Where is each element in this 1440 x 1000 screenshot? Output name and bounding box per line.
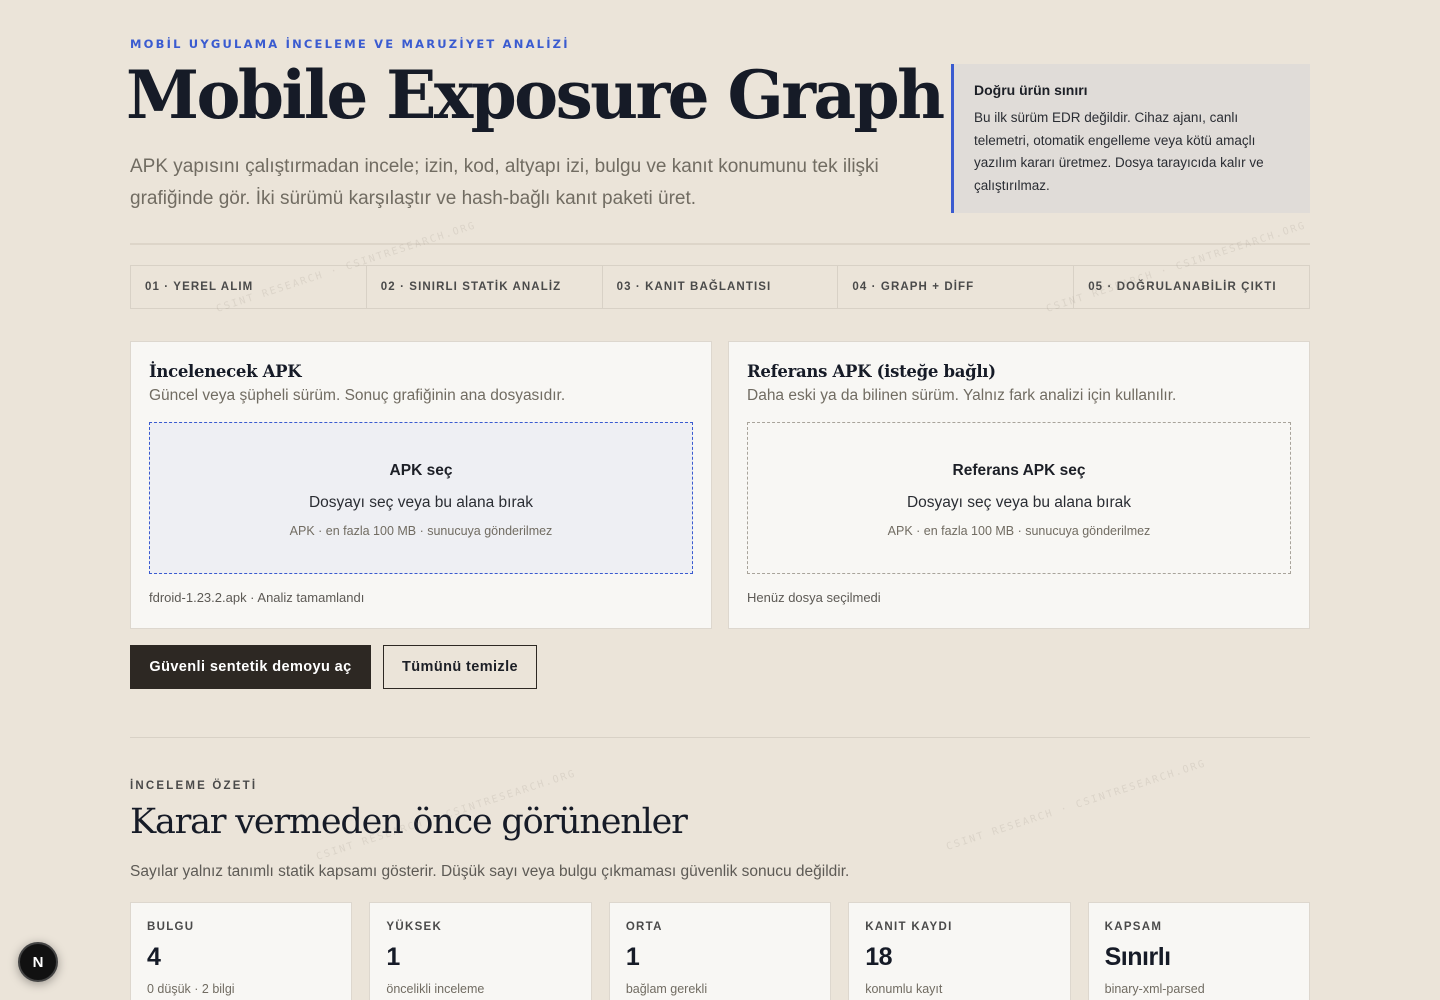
summary-stats: BULGU 4 0 düşük · 2 bilgi YÜKSEK 1 öncel… [130,902,1311,1000]
stat-label: KANIT KAYDI [865,921,953,933]
reference-apk-select-label[interactable]: Referans APK seç [953,462,1086,480]
summary-eyebrow: İNCELEME ÖZETİ [130,780,258,792]
step-local-intake: 01 · YEREL ALIM [131,266,367,308]
notice-title: Doğru ürün sınırı [974,82,1088,98]
open-demo-button[interactable]: Güvenli sentetik demoyu aç [130,645,371,689]
reference-apk-card: Referans APK (isteğe bağlı) Daha eski ya… [728,341,1310,629]
reference-apk-drop-text: Dosyayı seç veya bu alana bırak [906,494,1131,511]
stat-sub: binary-xml-parsed [1104,982,1205,996]
stat-card-medium: ORTA 1 bağlam gerekli [608,902,832,1000]
product-boundary-notice: Doğru ürün sınırı Bu ilk sürüm EDR değil… [951,64,1310,213]
stat-value: 1 [386,943,400,971]
divider [130,243,1310,245]
stat-value: Sınırlı [1104,943,1171,971]
primary-apk-dropzone[interactable]: APK seç Dosyayı seç veya bu alana bırak … [149,422,693,574]
stat-sub: 0 düşük · 2 bilgi [147,982,235,996]
page-title: Mobile Exposure Graph [126,56,945,134]
reference-apk-drop-meta: APK · en fazla 100 MB · sunucuya gönderi… [887,524,1151,538]
reference-apk-description: Daha eski ya da bilinen sürüm. Yalnız fa… [747,387,1177,404]
clear-all-button[interactable]: Tümünü temizle [383,645,537,689]
step-verifiable-output: 05 · DOĞRULANABİLİR ÇIKTI [1088,281,1277,293]
summary-subtitle: Sayılar yalnız tanımlı statik kapsamı gö… [130,863,850,880]
notice-body: Bu ilk sürüm EDR değildir. Cihaz ajanı, … [974,110,1264,193]
stat-value: 1 [625,943,640,971]
dev-tools-badge-icon[interactable]: N [18,942,58,982]
process-steps: 01 · YEREL ALIM 02 · SINIRLI STATİK ANAL… [130,265,1310,309]
stat-sub: bağlam gerekli [625,982,708,996]
watermark: CSINT RESEARCH · CSINTRESEARCH.ORG [944,758,1208,853]
primary-apk-card: İncelenecek APK Güncel veya şüpheli sürü… [130,341,712,629]
stat-card-evidence: KANIT KAYDI 18 konumlu kayıt [848,902,1071,1000]
step-graph-diff: 04 · GRAPH + DİFF [838,266,1075,308]
reference-apk-dropzone[interactable]: Referans APK seç Dosyayı seç veya bu ala… [747,422,1291,574]
stat-label: YÜKSEK [386,921,443,933]
reference-apk-status: Henüz dosya seçilmedi [747,590,881,605]
summary-title: Karar vermeden önce görünenler [130,802,688,842]
primary-apk-drop-meta: APK · en fazla 100 MB · sunucuya gönderi… [289,524,553,538]
stat-value: 18 [865,943,893,971]
hero-eyebrow: MOBİL UYGULAMA İNCELEME VE MARUZİYET ANA… [130,37,570,51]
primary-apk-select-label[interactable]: APK seç [390,462,453,480]
primary-apk-status: fdroid-1.23.2.apk · Analiz tamamlandı [149,590,365,605]
stat-card-findings: BULGU 4 0 düşük · 2 bilgi [130,902,353,1000]
hero-subtitle: APK yapısını çalıştırmadan incele; izin,… [130,156,879,209]
stat-label: BULGU [147,921,195,933]
divider [130,737,1310,738]
stat-label: ORTA [625,921,663,933]
stat-card-high: YÜKSEK 1 öncelikli inceleme [369,902,592,1000]
primary-apk-description: Güncel veya şüpheli sürüm. Sonuç grafiği… [149,387,566,404]
stat-sub: konumlu kayıt [865,982,943,996]
stat-card-coverage: KAPSAM Sınırlı binary-xml-parsed [1087,902,1311,1000]
stat-sub: öncelikli inceleme [386,982,485,996]
stat-label: KAPSAM [1104,921,1163,933]
step-evidence-link: 03 · KANIT BAĞLANTISI [603,266,839,308]
step-static-analysis: 02 · SINIRLI STATİK ANALİZ [367,266,603,308]
reference-apk-title: Referans APK (isteğe bağlı) [747,362,996,381]
primary-apk-title: İncelenecek APK [149,362,302,381]
stat-value: 4 [147,943,161,971]
primary-apk-drop-text: Dosyayı seç veya bu alana bırak [308,494,533,511]
